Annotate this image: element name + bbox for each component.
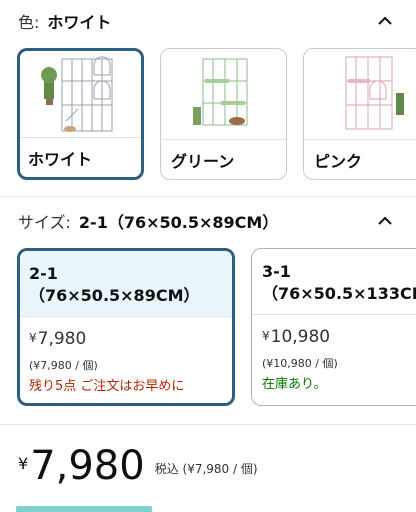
size-dimensions: （76×50.5×133CM） bbox=[262, 284, 416, 303]
color-options: ホワイト グリーン ピンク bbox=[17, 48, 416, 180]
section-divider bbox=[0, 196, 416, 197]
color-option-label: ピンク bbox=[304, 139, 416, 179]
stock-status: 在庫あり。 bbox=[262, 377, 327, 392]
size-option-title: 3-1 （76×50.5×133CM） bbox=[252, 249, 416, 315]
section-divider bbox=[0, 424, 416, 425]
size-unit-price: (¥10,980 / 個) bbox=[262, 357, 338, 370]
price-amount: 7,980 bbox=[30, 443, 145, 489]
cat-cage-pink-image bbox=[304, 49, 416, 137]
size-option-3-1[interactable]: 3-1 （76×50.5×133CM） ¥10,980 (¥10,980 / 個… bbox=[251, 248, 416, 406]
chevron-up-icon[interactable] bbox=[376, 12, 394, 30]
size-price: ¥7,980 bbox=[29, 329, 87, 349]
currency-symbol: ¥ bbox=[18, 454, 29, 473]
color-selector-header[interactable]: 色: ホワイト bbox=[18, 6, 398, 36]
color-selected-value: ホワイト bbox=[47, 13, 112, 32]
color-option-label: グリーン bbox=[161, 139, 286, 179]
color-option-white[interactable]: ホワイト bbox=[17, 48, 144, 180]
size-code: 3-1 bbox=[262, 262, 291, 281]
size-price: ¥10,980 bbox=[262, 327, 331, 347]
size-options: 2-1 （76×50.5×89CM） ¥7,980 (¥7,980 / 個) 残… bbox=[17, 248, 416, 406]
chevron-up-icon[interactable] bbox=[376, 212, 394, 230]
size-option-2-1[interactable]: 2-1 （76×50.5×89CM） ¥7,980 (¥7,980 / 個) 残… bbox=[17, 248, 235, 406]
price-summary: ¥ 7,980 税込 (¥7,980 / 個) bbox=[18, 440, 258, 492]
color-option-label: ホワイト bbox=[20, 137, 141, 177]
size-dimensions: （76×50.5×89CM） bbox=[29, 286, 200, 305]
size-code: 2-1 bbox=[29, 264, 58, 283]
stock-status: 残り5点 ご注文はお早めに bbox=[29, 379, 185, 394]
cat-cage-green-image bbox=[161, 49, 286, 137]
size-unit-price: (¥7,980 / 個) bbox=[29, 359, 98, 372]
size-selector-header[interactable]: サイズ: 2-1（76×50.5×89CM） bbox=[18, 206, 398, 236]
promo-badge bbox=[16, 506, 152, 512]
cat-cage-white-image bbox=[20, 51, 141, 139]
size-selected-value: 2-1（76×50.5×89CM） bbox=[78, 213, 279, 232]
size-label: サイズ: bbox=[18, 213, 71, 232]
color-label: 色: bbox=[18, 13, 40, 32]
color-option-green[interactable]: グリーン bbox=[160, 48, 287, 180]
color-option-pink[interactable]: ピンク bbox=[303, 48, 416, 180]
tax-note: 税込 (¥7,980 / 個) bbox=[154, 462, 258, 476]
size-option-title: 2-1 （76×50.5×89CM） bbox=[20, 251, 232, 317]
